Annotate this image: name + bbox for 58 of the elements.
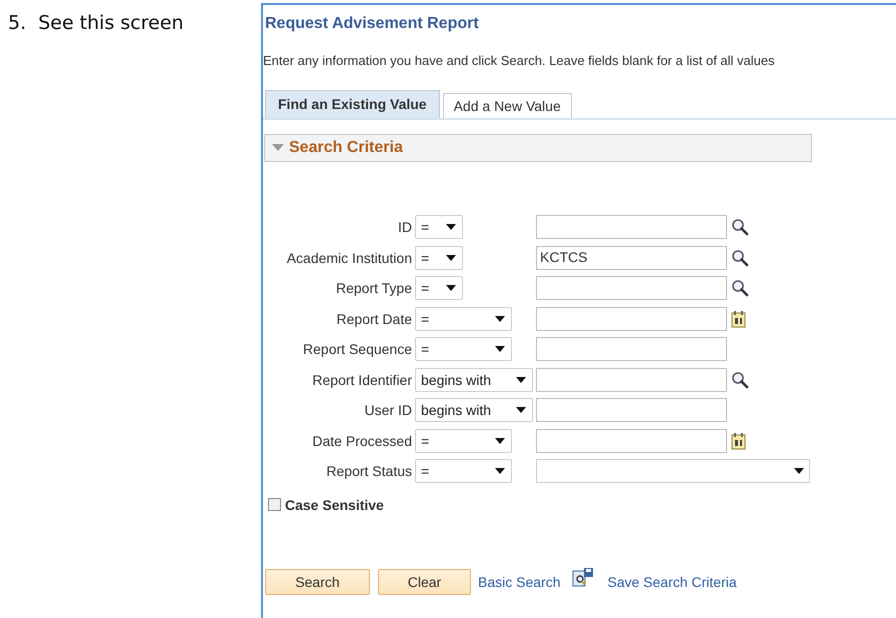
input-field[interactable] (536, 276, 727, 300)
field-label: Report Date (336, 310, 413, 327)
save-search-icon[interactable] (572, 566, 594, 588)
collapse-icon (271, 143, 285, 153)
link[interactable]: Basic Search (478, 574, 560, 590)
operator-dropdown[interactable]: begins with (415, 368, 533, 392)
tab[interactable]: Find an Existing Value (265, 90, 440, 118)
operator-dropdown[interactable]: = (415, 276, 463, 300)
field-label: Report Status (325, 463, 413, 480)
caret-icon (516, 376, 526, 383)
instructions: Enter any information you have and click Search. Leave fields blank for a list of all values (263, 53, 776, 68)
calendar-icon[interactable] (731, 310, 747, 328)
caret-icon (446, 285, 456, 292)
input-field[interactable] (536, 306, 727, 331)
caret-icon (495, 438, 505, 444)
checkbox[interactable] (268, 498, 281, 511)
caret-icon (495, 316, 505, 322)
search-icon[interactable] (731, 248, 749, 267)
field-label: User ID (364, 402, 413, 418)
page-title: Request Advisement Report (265, 15, 480, 33)
field-label: ID (397, 219, 413, 236)
operator-dropdown[interactable]: = (415, 428, 512, 453)
search-icon[interactable] (731, 218, 749, 236)
value-dropdown[interactable] (536, 459, 810, 484)
input-field[interactable] (536, 337, 727, 362)
caret-icon (794, 468, 804, 474)
operator-dropdown[interactable]: = (415, 306, 512, 331)
input-field[interactable] (536, 215, 727, 240)
checkbox-label: Case Sensitive (285, 496, 384, 512)
caret-icon (495, 468, 505, 474)
field-label: Academic Institution (286, 250, 413, 266)
operator-dropdown[interactable]: = (415, 215, 463, 240)
operator-dropdown[interactable]: = (415, 246, 463, 270)
input-field[interactable] (536, 398, 727, 422)
tab[interactable]: Add a New Value (442, 93, 572, 118)
field-label: Report Type (334, 280, 413, 296)
search-icon[interactable] (731, 279, 749, 298)
input-field[interactable]: KCTCS (536, 246, 727, 270)
field-label: Report Identifier (311, 372, 413, 388)
input-field[interactable] (536, 428, 727, 453)
field-label: Date Processed (311, 432, 413, 449)
calendar-icon[interactable] (731, 432, 747, 450)
caret-icon (446, 254, 456, 261)
caret-icon (516, 407, 526, 414)
document-text: 5. See this screen (7, 11, 185, 36)
section-header[interactable]: Search Criteria (264, 134, 812, 162)
operator-dropdown[interactable]: begins with (415, 398, 533, 422)
section-title: Search Criteria (289, 139, 403, 157)
action-button[interactable]: Search (265, 568, 370, 594)
caret-icon (446, 224, 456, 230)
operator-dropdown[interactable]: = (415, 337, 512, 362)
link[interactable]: Save Search Criteria (607, 574, 737, 590)
search-icon[interactable] (731, 370, 749, 389)
action-button[interactable]: Clear (378, 568, 471, 594)
input-field[interactable] (536, 368, 727, 392)
field-label: Report Sequence (302, 341, 413, 358)
operator-dropdown[interactable]: = (415, 459, 512, 484)
caret-icon (495, 346, 505, 352)
